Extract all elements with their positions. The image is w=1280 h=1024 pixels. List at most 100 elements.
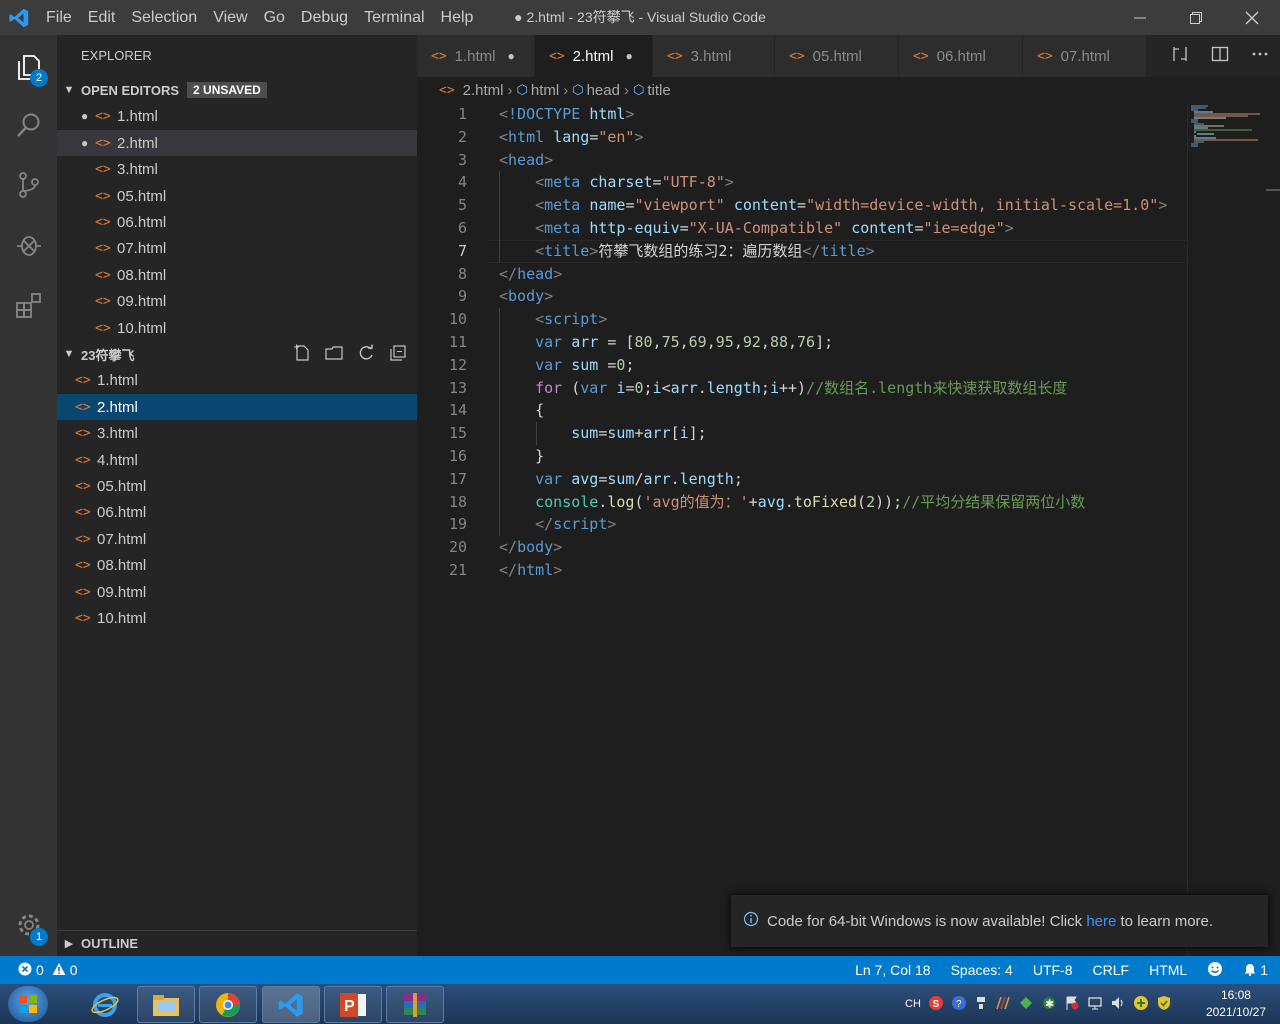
breadcrumb-head[interactable]: head bbox=[587, 82, 620, 99]
open-editor-item[interactable]: ● <> 2.html bbox=[57, 130, 417, 156]
html-file-icon: <> bbox=[75, 399, 91, 415]
unsaved-dot-icon[interactable]: ● bbox=[508, 49, 515, 63]
warning-count: 0 bbox=[69, 962, 78, 978]
tab-1-html[interactable]: <> 1.html ● bbox=[417, 35, 535, 77]
breadcrumb-html[interactable]: html bbox=[531, 82, 559, 99]
winrar-icon[interactable] bbox=[386, 986, 444, 1023]
search-icon[interactable] bbox=[0, 95, 57, 155]
taskbar-clock[interactable]: 16:08 2021/10/27 bbox=[1206, 987, 1266, 1021]
open-editor-item[interactable]: <> 05.html bbox=[57, 183, 417, 209]
menu-go[interactable]: Go bbox=[256, 0, 293, 35]
folder-file-item[interactable]: <> 3.html bbox=[57, 420, 417, 446]
folder-file-item[interactable]: <> 1.html bbox=[57, 367, 417, 393]
folder-file-item[interactable]: <> 05.html bbox=[57, 473, 417, 499]
menu-edit[interactable]: Edit bbox=[80, 0, 124, 35]
powerpoint-icon[interactable]: P bbox=[324, 986, 382, 1023]
ie-icon[interactable] bbox=[76, 986, 134, 1023]
tab-06-html[interactable]: <> 06.html bbox=[899, 35, 1023, 77]
restore-button[interactable] bbox=[1168, 0, 1224, 35]
notifications-bell[interactable]: 1 bbox=[1243, 962, 1268, 979]
folder-file-item[interactable]: <> 08.html bbox=[57, 552, 417, 578]
code-editor[interactable]: 1 <!DOCTYPE html> 2 <html lang="en"> 3 <hea… bbox=[417, 103, 1187, 956]
file-label: 3.html bbox=[117, 160, 158, 178]
folder-header[interactable]: ▼ 23符攀飞 bbox=[57, 341, 417, 367]
browser-icon[interactable] bbox=[199, 986, 257, 1023]
breadcrumb-title[interactable]: title bbox=[647, 82, 670, 99]
refresh-icon[interactable] bbox=[357, 344, 375, 365]
new-file-icon[interactable] bbox=[293, 344, 311, 365]
line-ending[interactable]: CRLF bbox=[1093, 962, 1130, 978]
open-editor-item[interactable]: <> 09.html bbox=[57, 288, 417, 314]
open-editor-item[interactable]: <> 06.html bbox=[57, 209, 417, 235]
open-editor-item[interactable]: ● <> 1.html bbox=[57, 103, 417, 129]
folder-file-item[interactable]: <> 09.html bbox=[57, 579, 417, 605]
menu-debug[interactable]: Debug bbox=[293, 0, 356, 35]
open-editor-item[interactable]: <> 08.html bbox=[57, 262, 417, 288]
menu-file[interactable]: File bbox=[38, 0, 80, 35]
folder-file-item[interactable]: <> 4.html bbox=[57, 447, 417, 473]
editor-scrollbar[interactable] bbox=[1266, 103, 1280, 956]
debug-icon[interactable] bbox=[0, 215, 57, 275]
file-label: 09.html bbox=[97, 583, 147, 601]
menu-view[interactable]: View bbox=[205, 0, 255, 35]
display-icon[interactable] bbox=[1087, 995, 1103, 1014]
html-file-icon: <> bbox=[95, 161, 111, 177]
language-mode[interactable]: HTML bbox=[1149, 962, 1187, 978]
encoding[interactable]: UTF-8 bbox=[1033, 962, 1073, 978]
settings-gear-icon[interactable]: 1 bbox=[0, 895, 57, 955]
svg-text:?: ? bbox=[956, 999, 962, 1010]
compare-changes-icon[interactable] bbox=[1171, 45, 1189, 67]
folder-file-item[interactable]: <> 06.html bbox=[57, 499, 417, 525]
feedback-smiley-icon[interactable] bbox=[1207, 961, 1223, 980]
sogou-icon[interactable]: S bbox=[928, 995, 944, 1014]
indentation[interactable]: Spaces: 4 bbox=[951, 962, 1013, 978]
start-button[interactable] bbox=[8, 986, 48, 1022]
tray-settings-icon[interactable] bbox=[974, 995, 988, 1014]
tab-3-html[interactable]: <> 3.html bbox=[653, 35, 775, 77]
plus-app-icon[interactable] bbox=[1133, 995, 1149, 1014]
explorer-icon[interactable]: 2 bbox=[0, 37, 57, 97]
tab-07-html[interactable]: <> 07.html bbox=[1023, 35, 1147, 77]
extensions-icon[interactable] bbox=[0, 275, 57, 335]
tab-05-html[interactable]: <> 05.html bbox=[775, 35, 899, 77]
action-center-flag-icon[interactable] bbox=[1064, 995, 1080, 1014]
ime-indicator[interactable]: CH bbox=[905, 998, 921, 1010]
file-explorer-icon[interactable] bbox=[137, 986, 195, 1023]
unsaved-dot-icon[interactable]: ● bbox=[626, 49, 633, 63]
open-editor-item[interactable]: <> 3.html bbox=[57, 156, 417, 182]
cursor-position[interactable]: Ln 7, Col 18 bbox=[855, 962, 931, 978]
minimize-button[interactable] bbox=[1112, 0, 1168, 35]
code-line: 1 <!DOCTYPE html> bbox=[417, 103, 1187, 126]
new-folder-icon[interactable] bbox=[325, 344, 343, 365]
html-file-icon: <> bbox=[75, 452, 91, 468]
volume-icon[interactable] bbox=[1110, 995, 1126, 1014]
problems-indicator[interactable]: 0 0 bbox=[18, 962, 78, 979]
close-window-button[interactable] bbox=[1224, 0, 1280, 35]
open-editors-header[interactable]: ▼ OPEN EDITORS 2 UNSAVED bbox=[57, 77, 417, 103]
more-actions-icon[interactable] bbox=[1251, 45, 1269, 67]
folder-file-item[interactable]: <> 2.html bbox=[57, 394, 417, 420]
menu-help[interactable]: Help bbox=[433, 0, 482, 35]
asterisk-app-icon[interactable]: ✱ bbox=[1041, 995, 1057, 1014]
minimap[interactable] bbox=[1187, 103, 1267, 956]
menu-selection[interactable]: Selection bbox=[123, 0, 205, 35]
open-editor-item[interactable]: <> 10.html bbox=[57, 315, 417, 341]
vscode-taskbar-icon[interactable] bbox=[262, 986, 320, 1023]
breadcrumb-file[interactable]: 2.html bbox=[463, 82, 504, 99]
open-editor-item[interactable]: <> 07.html bbox=[57, 235, 417, 261]
folder-file-item[interactable]: <> 10.html bbox=[57, 605, 417, 631]
notification-link[interactable]: here bbox=[1086, 913, 1116, 930]
help-icon[interactable]: ? bbox=[951, 995, 967, 1014]
security-shield-icon[interactable] bbox=[1156, 995, 1172, 1014]
source-control-icon[interactable] bbox=[0, 155, 57, 215]
html-file-icon: <> bbox=[95, 293, 111, 309]
network-activity-icon[interactable] bbox=[995, 995, 1011, 1014]
tab-2-html[interactable]: <> 2.html ● bbox=[535, 35, 653, 77]
folder-file-item[interactable]: <> 07.html bbox=[57, 526, 417, 552]
menu-terminal[interactable]: Terminal bbox=[356, 0, 432, 35]
split-editor-icon[interactable] bbox=[1211, 45, 1229, 67]
element-icon: ⬡ bbox=[516, 82, 528, 97]
collapse-all-icon[interactable] bbox=[389, 344, 407, 365]
outline-header[interactable]: ▶ OUTLINE bbox=[57, 930, 417, 956]
green-diamond-icon[interactable] bbox=[1018, 995, 1034, 1014]
